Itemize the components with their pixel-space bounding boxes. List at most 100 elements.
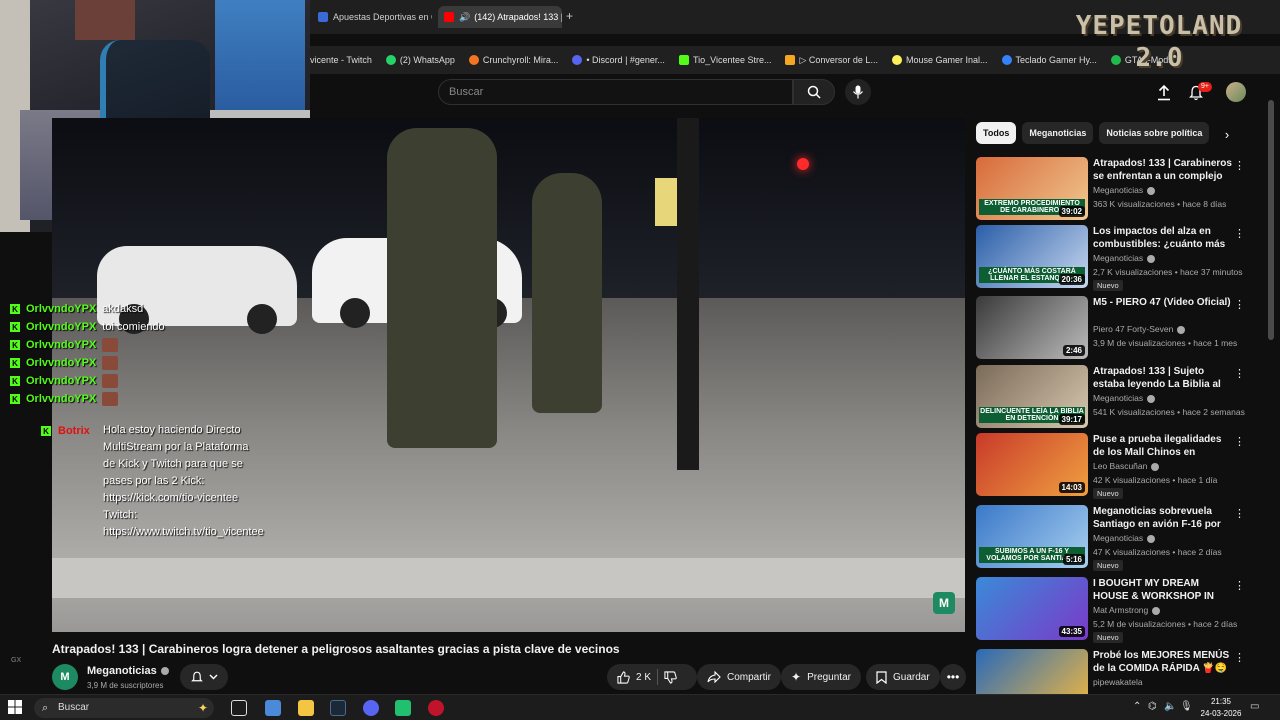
recommendation-title[interactable]: Atrapados! 133 | Carabineros se enfrenta… [1093, 157, 1233, 183]
recommendation-item[interactable]: EXTREMO PROCEDIMIENTO DE CARABINEROS 39:0… [976, 157, 1246, 221]
recommendation-meta: 47 K visualizaciones • hace 2 días [1093, 547, 1222, 557]
recommendation-channel[interactable]: pipewakatela [1093, 677, 1143, 687]
recommendation-item[interactable]: ¿CUÁNTO MÁS COSTARÁ LLENAR EL ESTANQUE? 2… [976, 225, 1246, 291]
new-tab-button[interactable]: + [566, 9, 573, 23]
chips-next-button[interactable]: › [1218, 124, 1236, 144]
recommendation-item[interactable]: SUBIMOS A UN F-16 Y VOLAMOS POR SANTIAGO… [976, 505, 1246, 571]
chip-todos[interactable]: Todos [976, 122, 1017, 144]
kick-badge-icon: K [10, 376, 20, 386]
like-divider [657, 669, 659, 685]
new-badge: Nuevo [1093, 488, 1123, 499]
video-thumbnail[interactable]: 14:03 [976, 433, 1088, 496]
webcam-poster [215, 0, 305, 110]
share-button[interactable]: Compartir [697, 664, 781, 690]
steam-icon[interactable] [330, 700, 346, 716]
opera-gx-icon[interactable] [428, 700, 444, 716]
recommendation-title[interactable]: Los impactos del alza en combustibles: ¿… [1093, 225, 1233, 251]
like-button[interactable]: 2 K [617, 670, 651, 684]
account-avatar[interactable] [1226, 82, 1246, 102]
windows-start-icon[interactable] [8, 700, 22, 714]
task-view-icon[interactable] [231, 700, 247, 716]
recommendation-title[interactable]: Meganoticias sobrevuela Santiago en avió… [1093, 505, 1233, 531]
more-vertical-icon: ⋮ [1234, 436, 1245, 448]
video-thumbnail[interactable]: 43:35 [976, 577, 1088, 640]
channel-avatar[interactable]: M [52, 664, 78, 690]
save-button[interactable]: Guardar [866, 664, 940, 690]
recommendation-title[interactable]: Probé los MEJORES MENÚS de la COMIDA RÁP… [1093, 649, 1233, 675]
recommendation-menu-button[interactable]: ⋮ [1234, 507, 1245, 520]
recommendation-channel[interactable]: Meganoticias [1093, 253, 1156, 263]
video-thumbnail[interactable]: DELINCUENTE LEÍA LA BIBLIA EN DETENCIÓN 3… [976, 365, 1088, 428]
bookmark-discord[interactable]: • Discord | #gener... [572, 55, 665, 65]
recommendation-channel[interactable]: Mat Armstrong [1093, 605, 1161, 615]
file-explorer-icon[interactable] [298, 700, 314, 716]
video-duration: 14:03 [1058, 482, 1085, 493]
bookmark-kick[interactable]: Tio_Vicentee Stre... [678, 55, 771, 65]
subscription-bell-button[interactable] [180, 664, 228, 690]
recommendation-meta: 3,9 M de visualizaciones • hace 1 mes [1093, 338, 1238, 348]
voice-search-button[interactable] [845, 79, 871, 105]
recommendation-title[interactable]: Puse a prueba ilegalidades de los Mall C… [1093, 433, 1233, 459]
recommendation-menu-button[interactable]: ⋮ [1234, 159, 1245, 172]
recommendation-title[interactable]: Atrapados! 133 | Sujeto estaba leyendo L… [1093, 365, 1233, 391]
search-button[interactable] [793, 79, 835, 105]
recommendation-menu-button[interactable]: ⋮ [1234, 651, 1245, 664]
discord-icon[interactable] [363, 700, 379, 716]
tray-expand-icon[interactable]: ⌃ [1133, 701, 1141, 712]
scrollbar-thumb[interactable] [1268, 100, 1274, 340]
recommendation-meta: 363 K visualizaciones • hace 8 días [1093, 199, 1227, 209]
chip-politica[interactable]: Noticias sobre política [1099, 122, 1210, 144]
recommendation-channel[interactable]: Meganoticias [1093, 393, 1156, 403]
notification-center-icon[interactable]: ▭ [1250, 701, 1259, 712]
recommendation-menu-button[interactable]: ⋮ [1234, 298, 1245, 311]
taskbar-clock[interactable]: 21:35 24-03-2026 [1196, 696, 1246, 720]
store-icon[interactable] [265, 700, 281, 716]
recommendation-title[interactable]: M5 - PIERO 47 (Video Oficial) [1093, 296, 1233, 322]
video-thumbnail[interactable]: SUBIMOS A UN F-16 Y VOLAMOS POR SANTIAGO… [976, 505, 1088, 568]
recommendation-meta: 42 K visualizaciones • hace 1 día [1093, 475, 1218, 485]
recommendation-item[interactable]: 43:35 I BOUGHT MY DREAM HOUSE & WORKSHOP … [976, 577, 1246, 643]
search-input[interactable]: Buscar [438, 79, 793, 105]
more-actions-button[interactable]: ••• [940, 664, 966, 690]
recommendation-channel[interactable]: Piero 47 Forty-Seven [1093, 324, 1186, 334]
tab-apuestas[interactable]: Apuestas Deportivas en C [312, 6, 432, 28]
volume-icon[interactable]: 🔈 [1164, 701, 1176, 712]
bookmark-whatsapp[interactable]: (2) WhatsApp [385, 55, 455, 65]
recommendation-item[interactable]: 14:03 Puse a prueba ilegalidades de los M… [976, 433, 1246, 499]
recommendation-item[interactable]: DELINCUENTE LEÍA LA BIBLIA EN DETENCIÓN 3… [976, 365, 1246, 429]
chip-meganoticias[interactable]: Meganoticias [1022, 122, 1094, 144]
dislike-button[interactable] [664, 670, 677, 684]
ask-button[interactable]: ✦ Preguntar [781, 664, 861, 690]
page-scrollbar[interactable] [1268, 80, 1274, 690]
upload-button[interactable] [1153, 82, 1175, 104]
bookmark-twitch[interactable]: vicente - Twitch [310, 55, 372, 65]
video-duration: 39:17 [1058, 414, 1085, 425]
recommendation-item[interactable]: 2:46 M5 - PIERO 47 (Video Oficial) Piero 4… [976, 296, 1246, 360]
recommendation-channel[interactable]: Meganoticias [1093, 533, 1156, 543]
chevron-down-icon [209, 674, 217, 680]
recommendation-menu-button[interactable]: ⋮ [1234, 367, 1245, 380]
bookmark-mouse[interactable]: Mouse Gamer Inal... [891, 55, 988, 65]
taskbar-search[interactable]: ⌕ Buscar ✦ [34, 698, 214, 718]
car-wheel [247, 304, 277, 334]
recommendation-title[interactable]: I BOUGHT MY DREAM HOUSE & WORKSHOP IN MI… [1093, 577, 1233, 603]
microphone-icon[interactable]: 🎙 [1180, 701, 1193, 712]
recommendation-menu-button[interactable]: ⋮ [1234, 227, 1245, 240]
bookmark-conversor[interactable]: ▷ Conversor de L... [785, 55, 878, 66]
recommendation-menu-button[interactable]: ⋮ [1234, 579, 1245, 592]
video-thumbnail[interactable]: 2:46 [976, 296, 1088, 359]
channel-name[interactable]: Meganoticias [87, 665, 169, 677]
bookmark-crunchyroll[interactable]: Crunchyroll: Mira... [468, 55, 558, 65]
video-thumbnail[interactable]: ¿CUÁNTO MÁS COSTARÁ LLENAR EL ESTANQUE? 2… [976, 225, 1088, 288]
network-icon[interactable]: ⌬ [1148, 701, 1157, 712]
kick-icon [678, 55, 689, 65]
recommendation-channel[interactable]: Meganoticias [1093, 185, 1156, 195]
recommendation-channel[interactable]: Leo Bascuñan [1093, 461, 1160, 471]
kick-badge-icon: K [41, 426, 51, 436]
video-thumbnail[interactable]: EXTREMO PROCEDIMIENTO DE CARABINEROS 39:0… [976, 157, 1088, 220]
subscriber-count: 3,9 M de suscriptores [87, 681, 164, 690]
app-icon[interactable] [395, 700, 411, 716]
tab-youtube[interactable]: 🔊 (142) Atrapados! 133 | [438, 6, 562, 28]
new-badge: Nuevo [1093, 560, 1123, 571]
recommendation-menu-button[interactable]: ⋮ [1234, 435, 1245, 448]
